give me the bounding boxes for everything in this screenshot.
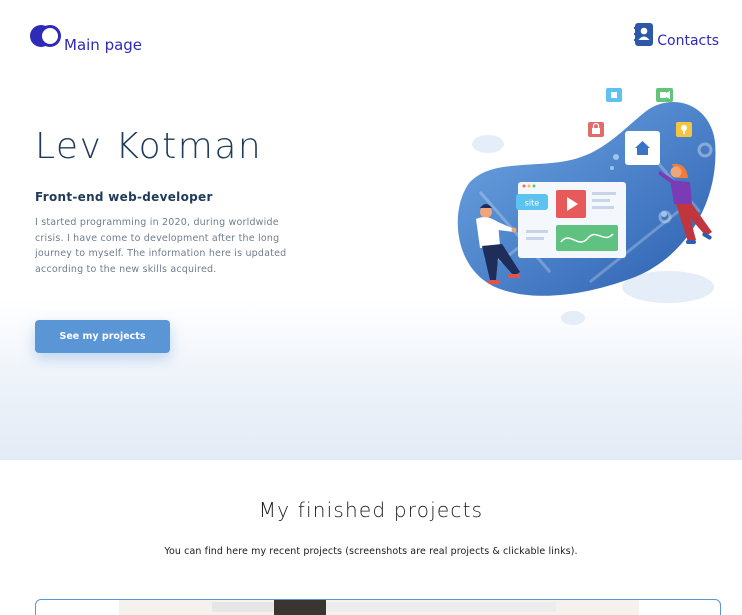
project-screenshot xyxy=(119,600,639,615)
contact-book-icon xyxy=(634,23,654,46)
developer-name: Lev Kotman xyxy=(35,126,263,167)
hero-illustration: site xyxy=(457,88,716,325)
main-page-label: Main page xyxy=(64,36,143,54)
developer-role: Front-end web-developer xyxy=(35,190,213,204)
main-page-link[interactable]: Main page xyxy=(30,25,142,53)
lock-icon xyxy=(588,122,604,137)
bulb-icon xyxy=(676,122,692,137)
browser-window xyxy=(518,182,626,258)
home-icon xyxy=(625,131,660,165)
logo-icon xyxy=(30,25,62,47)
puzzle-icon xyxy=(606,88,622,102)
video-icon xyxy=(656,88,673,102)
site-tag: site xyxy=(525,199,540,208)
projects-subtitle: You can find here my recent projects (sc… xyxy=(164,546,578,557)
contacts-link[interactable]: Contacts xyxy=(634,23,719,49)
contacts-label: Contacts xyxy=(657,33,719,49)
projects-title: My finished projects xyxy=(258,498,484,522)
about-text: I started programming in 2020, during wo… xyxy=(35,217,287,275)
see-projects-button[interactable]: See my projects xyxy=(35,320,170,353)
project-card[interactable] xyxy=(35,599,721,615)
